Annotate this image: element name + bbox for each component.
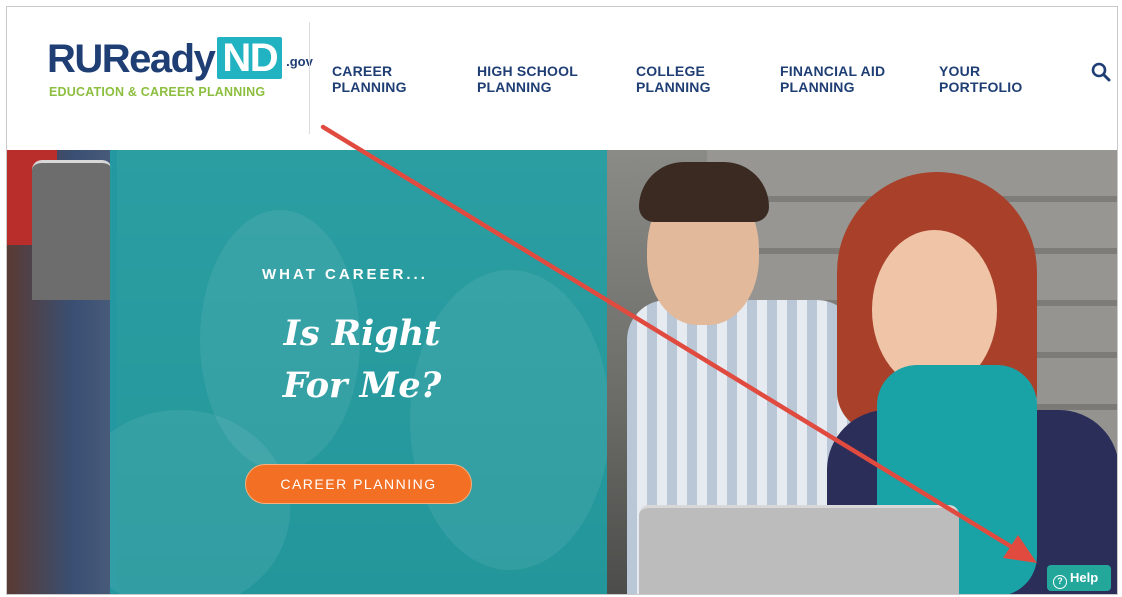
nav-label-line2: PLANNING bbox=[780, 79, 855, 95]
nav-label-line2: PLANNING bbox=[332, 79, 407, 95]
hero-photo-laptop bbox=[639, 505, 959, 594]
career-planning-button[interactable]: CAREER PLANNING bbox=[245, 464, 472, 504]
nav-high-school-planning[interactable]: HIGH SCHOOL PLANNING bbox=[477, 63, 578, 95]
site-logo[interactable]: RUReady ND .gov EDUCATION & CAREER PLANNIN… bbox=[47, 37, 313, 107]
help-label: Help bbox=[1070, 570, 1099, 585]
help-button[interactable]: ? Help bbox=[1047, 565, 1111, 591]
nav-your-portfolio[interactable]: YOUR PORTFOLIO bbox=[939, 63, 1022, 95]
nav-financial-aid-planning[interactable]: FINANCIAL AID PLANNING bbox=[780, 63, 885, 95]
hero-title-line2: For Me? bbox=[282, 365, 442, 406]
search-icon[interactable] bbox=[1091, 62, 1111, 82]
nav-label-line2: PORTFOLIO bbox=[939, 79, 1023, 95]
browser-frame: RUReady ND .gov EDUCATION & CAREER PLANNIN… bbox=[6, 6, 1118, 595]
hero-banner: WHAT CAREER... Is Right For Me? CAREER P… bbox=[7, 150, 1117, 594]
logo-text: RUReady bbox=[47, 37, 216, 81]
header-divider bbox=[309, 22, 310, 134]
hero-subtitle: WHAT CAREER... bbox=[262, 266, 428, 283]
logo-wordmark: RUReady ND .gov bbox=[47, 37, 313, 84]
nav-career-planning[interactable]: CAREER PLANNING bbox=[332, 63, 407, 95]
hero-photo-left-student bbox=[7, 150, 117, 594]
nav-label-line2: PLANNING bbox=[636, 79, 711, 95]
help-icon: ? bbox=[1053, 575, 1067, 589]
hero-title: Is Right For Me? bbox=[262, 308, 462, 412]
hero-title-line1: Is Right bbox=[283, 313, 441, 354]
nav-label-line1: CAREER bbox=[332, 63, 393, 79]
logo-tagline: EDUCATION & CAREER PLANNING bbox=[49, 85, 266, 99]
nav-college-planning[interactable]: COLLEGE PLANNING bbox=[636, 63, 711, 95]
nav-label-line2: PLANNING bbox=[477, 79, 552, 95]
nav-label-line1: YOUR bbox=[939, 63, 981, 79]
nav-label-line1: HIGH SCHOOL bbox=[477, 63, 578, 79]
site-header: RUReady ND .gov EDUCATION & CAREER PLANNIN… bbox=[7, 7, 1117, 150]
nav-label-line1: FINANCIAL AID bbox=[780, 63, 886, 79]
logo-nd-badge: ND bbox=[217, 37, 283, 79]
nav-label-line1: COLLEGE bbox=[636, 63, 706, 79]
